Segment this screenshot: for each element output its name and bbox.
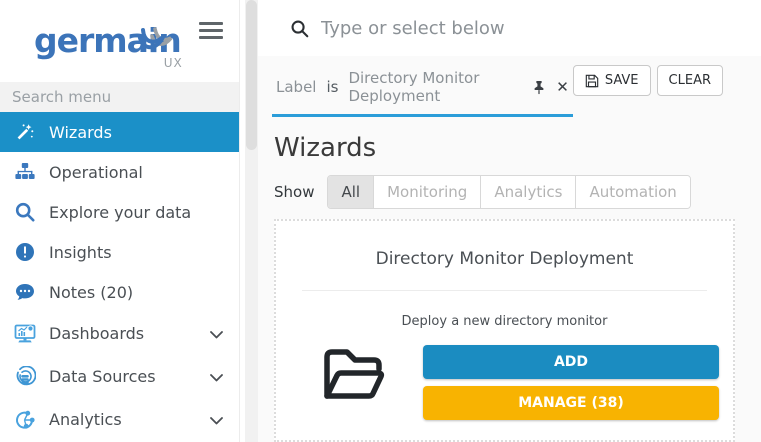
logo-swoosh-icon	[130, 26, 182, 54]
show-label: Show	[274, 183, 314, 201]
app-window: germain UX Wizards	[0, 0, 761, 442]
tab-monitoring[interactable]: Monitoring	[373, 176, 480, 208]
card-buttons: ADD MANAGE (38)	[423, 345, 719, 420]
filter-operator: is	[326, 78, 338, 96]
sidebar-item-label: Operational	[49, 163, 143, 182]
filter-row: Label is Directory Monitor Deployment ✕	[272, 65, 723, 117]
show-filter-row: Show All Monitoring Analytics Automation	[274, 175, 761, 209]
sidebar-scrollbar[interactable]	[245, 0, 258, 442]
exclamation-circle-icon	[14, 241, 36, 263]
sidebar-item-wizards[interactable]: Wizards	[0, 112, 239, 152]
close-icon[interactable]: ✕	[556, 80, 569, 95]
sidebar-item-operational[interactable]: Operational	[0, 152, 239, 192]
floppy-save-icon	[585, 74, 599, 88]
search-header	[258, 0, 761, 56]
main-content: Label is Directory Monitor Deployment ✕	[258, 0, 761, 442]
sidebar-item-explore[interactable]: Explore your data	[0, 192, 239, 232]
filter-chip[interactable]: Label is Directory Monitor Deployment ✕	[272, 65, 573, 117]
add-button[interactable]: ADD	[423, 345, 719, 379]
logo-row: germain UX	[0, 0, 239, 82]
dashboard-monitor-icon	[14, 323, 36, 345]
sidebar-item-label: Insights	[49, 243, 112, 262]
thumbtack-icon[interactable]	[532, 80, 546, 95]
filter-field: Label	[276, 78, 316, 96]
global-search-input[interactable]	[321, 18, 701, 39]
sidebar-item-dashboards[interactable]: Dashboards	[0, 312, 239, 355]
tab-automation[interactable]: Automation	[575, 176, 689, 208]
chevron-down-icon	[210, 324, 223, 343]
sidebar-item-label: Explore your data	[49, 203, 191, 222]
sidebar-search-input[interactable]	[0, 82, 239, 112]
card-description: Deploy a new directory monitor	[276, 314, 733, 329]
chevron-down-icon	[210, 367, 223, 386]
sidebar-item-label: Dashboards	[49, 324, 144, 343]
filter-actions: SAVE CLEAR	[573, 65, 723, 96]
search-icon	[290, 19, 309, 38]
sidebar: germain UX Wizards	[0, 0, 240, 442]
manage-button[interactable]: MANAGE (38)	[423, 386, 719, 420]
sidebar-item-label: Analytics	[49, 410, 122, 429]
page-title: Wizards	[274, 133, 761, 163]
sidebar-item-label: Data Sources	[49, 367, 156, 386]
sitemap-icon	[14, 161, 36, 183]
clear-button-label: CLEAR	[669, 73, 711, 88]
wizard-card: Directory Monitor Deployment Deploy a ne…	[274, 219, 735, 442]
search-icon	[14, 201, 36, 223]
sidebar-item-data-sources[interactable]: Data Sources	[0, 355, 239, 398]
menu-toggle-icon[interactable]	[199, 22, 223, 41]
comment-icon	[14, 281, 36, 303]
clear-button[interactable]: CLEAR	[657, 65, 723, 96]
database-icon	[14, 366, 36, 388]
share-nodes-icon	[14, 409, 36, 431]
sidebar-item-analytics[interactable]: Analytics	[0, 398, 239, 441]
sidebar-item-label: Wizards	[49, 123, 112, 142]
open-folder-icon	[320, 345, 386, 407]
scrollbar-thumb[interactable]	[246, 0, 257, 150]
tab-all[interactable]: All	[328, 176, 373, 208]
card-divider	[302, 290, 707, 291]
logo: germain UX	[34, 24, 181, 57]
sidebar-item-insights[interactable]: Insights	[0, 232, 239, 272]
sidebar-item-label: Notes (20)	[49, 283, 133, 302]
brand-sub: UX	[164, 56, 183, 70]
category-tab-group: All Monitoring Analytics Automation	[327, 175, 690, 209]
chevron-down-icon	[210, 410, 223, 429]
filter-value: Directory Monitor Deployment	[348, 69, 522, 105]
tab-analytics[interactable]: Analytics	[480, 176, 575, 208]
card-body: ADD MANAGE (38)	[276, 345, 733, 420]
sidebar-nav: Wizards Operational	[0, 112, 239, 441]
sidebar-item-notes[interactable]: Notes (20)	[0, 272, 239, 312]
global-search	[290, 18, 761, 39]
save-button-label: SAVE	[605, 73, 639, 88]
magic-wand-icon	[14, 121, 36, 143]
card-title: Directory Monitor Deployment	[276, 249, 733, 269]
save-button[interactable]: SAVE	[573, 65, 651, 96]
